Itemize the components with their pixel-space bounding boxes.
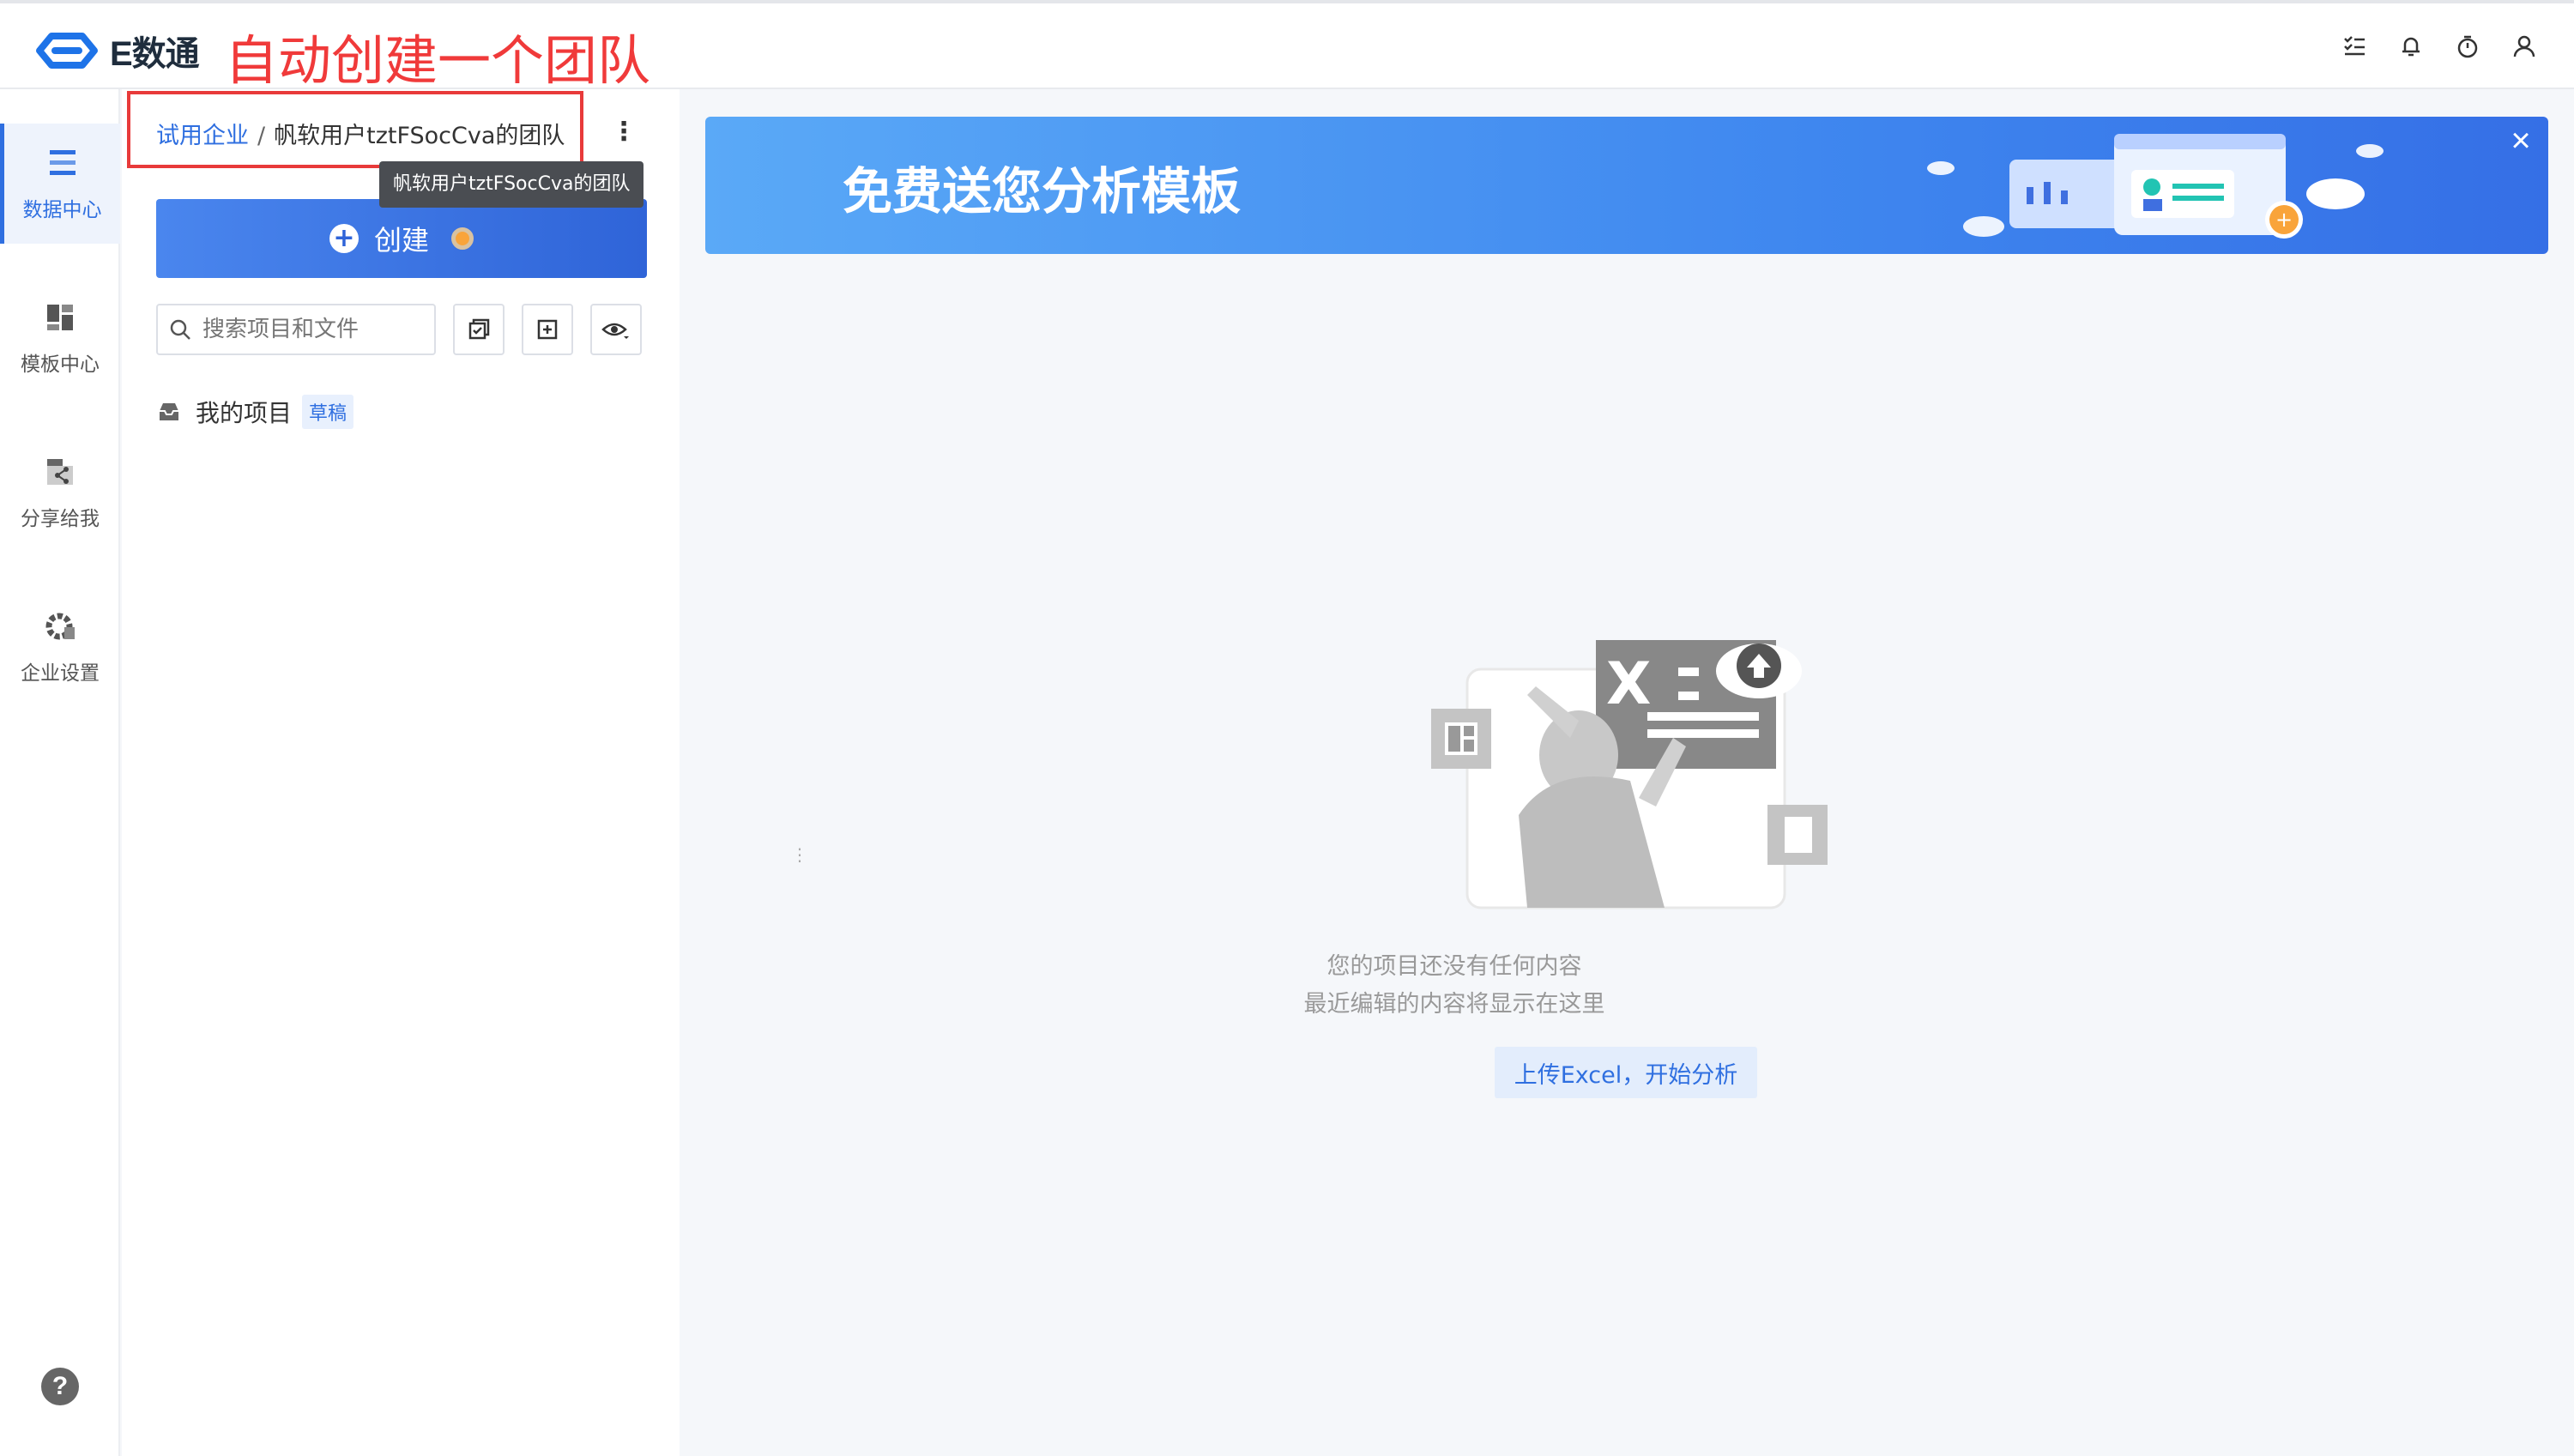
view-options-button[interactable] <box>590 304 642 355</box>
search-box[interactable] <box>156 304 436 355</box>
upload-excel-button[interactable]: 上传Excel，开始分析 <box>1495 1047 1757 1098</box>
search-icon <box>170 319 190 340</box>
empty-message-line2: 最近编辑的内容将显示在这里 <box>1303 991 1605 1018</box>
promo-banner[interactable]: 免费送您分析模板 + × <box>705 117 2548 254</box>
inbox-icon <box>160 403 178 420</box>
more-options-button[interactable]: ⋮ <box>611 115 637 149</box>
template-icon <box>47 305 73 330</box>
notification-dot-icon <box>451 227 474 250</box>
resize-handle[interactable]: ⋮ <box>791 844 808 870</box>
nav-label: 数据中心 <box>22 199 102 221</box>
tasks-icon[interactable] <box>2339 31 2370 62</box>
nav-label: 企业设置 <box>21 662 100 685</box>
eye-dropdown-icon <box>601 323 629 339</box>
banner-illustration: + <box>1927 134 2384 239</box>
timer-icon[interactable] <box>2452 31 2483 62</box>
share-icon <box>47 459 73 485</box>
my-projects-label: 我的项目 <box>196 399 293 427</box>
help-button[interactable]: ? <box>41 1368 79 1405</box>
nav-item-data-center[interactable]: 数据中心 <box>0 124 120 244</box>
data-center-icon <box>49 150 76 175</box>
nav-label: 分享给我 <box>21 508 100 530</box>
settings-icon <box>45 613 75 640</box>
batch-select-button[interactable] <box>453 304 505 355</box>
banner-title: 免费送您分析模板 <box>843 162 1242 221</box>
user-icon[interactable] <box>2509 31 2540 62</box>
app-logo[interactable]: E数通 <box>33 26 200 76</box>
nav-item-shared[interactable]: 分享给我 <box>0 432 120 553</box>
left-nav: 数据中心 模板中心 分享给我 企业设置 ? <box>0 89 120 1456</box>
draft-badge: 草稿 <box>302 395 354 429</box>
nav-item-template-center[interactable]: 模板中心 <box>0 278 120 398</box>
plus-icon: + <box>329 224 359 253</box>
empty-state-illustration: X <box>1431 640 1828 909</box>
breadcrumb: 试用企业 / 帆软用户tztFSocCva的团队 <box>156 117 565 150</box>
breadcrumb-enterprise[interactable]: 试用企业 <box>156 123 249 149</box>
checkbox-icon <box>468 318 490 340</box>
add-square-icon <box>537 319 558 340</box>
svg-text:+: + <box>2275 208 2293 232</box>
team-name-tooltip: 帆软用户tztFSocCva的团队 <box>379 161 644 208</box>
search-input[interactable] <box>202 317 426 342</box>
svg-text:X: X <box>1606 650 1651 718</box>
new-folder-button[interactable] <box>522 304 573 355</box>
breadcrumb-team[interactable]: 帆软用户tztFSocCva的团队 <box>274 123 565 149</box>
my-projects-item[interactable]: 我的项目 草稿 <box>156 395 354 429</box>
header-icons <box>2339 31 2540 62</box>
project-panel: 试用企业 / 帆软用户tztFSocCva的团队 ⋮ 帆软用户tztFSocCva的… <box>122 89 808 1456</box>
annotation-title: 自动创建一个团队 <box>225 29 651 92</box>
nav-label: 模板中心 <box>21 353 100 376</box>
create-label: 创建 <box>373 224 429 257</box>
bell-icon[interactable] <box>2396 31 2426 62</box>
banner-close-button[interactable]: × <box>2504 124 2538 158</box>
nav-item-enterprise-settings[interactable]: 企业设置 <box>0 587 120 707</box>
create-button[interactable]: + 创建 <box>156 199 647 278</box>
breadcrumb-separator: / <box>257 123 266 149</box>
top-header: E数通 自动创建一个团队 <box>0 0 2574 92</box>
logo-icon <box>36 33 98 69</box>
empty-message-line1: 您的项目还没有任何内容 <box>1326 953 1582 980</box>
logo-text: E数通 <box>110 35 200 73</box>
